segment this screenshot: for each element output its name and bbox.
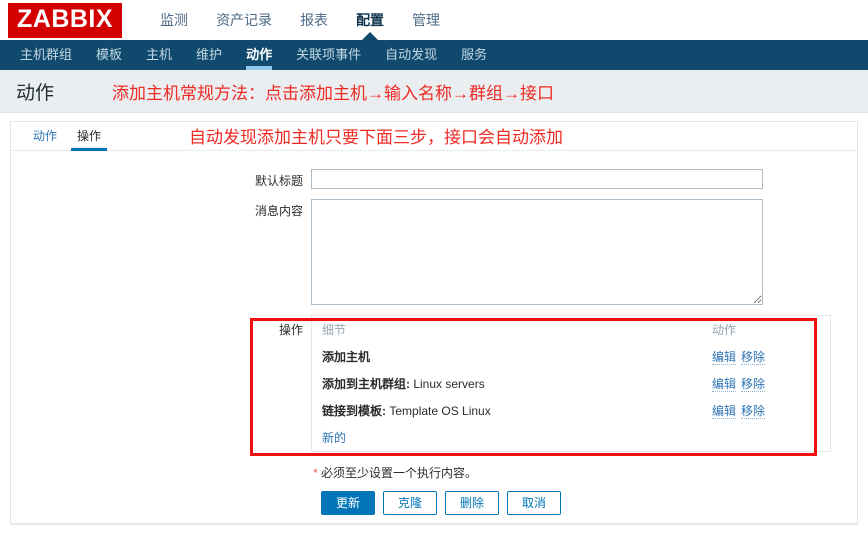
remove-link[interactable]: 移除 (741, 404, 766, 419)
new-operation-action-cell (712, 424, 830, 451)
operations-table: 细节 动作 添加主机 编辑 移除 添加到主机群组: Linux servers … (311, 315, 831, 452)
table-row: 添加主机 编辑 移除 (312, 343, 830, 370)
subnav-item-services[interactable]: 服务 (449, 40, 499, 70)
operation-action-cell: 编辑 移除 (712, 343, 830, 370)
subnav-item-event-correlation[interactable]: 关联项事件 (284, 40, 373, 70)
operation-details-cell: 添加到主机群组: Linux servers (312, 370, 712, 397)
column-header-action: 动作 (712, 323, 737, 337)
message-textarea[interactable] (311, 199, 763, 305)
required-star: * (313, 466, 318, 480)
page-header: 动作 添加主机常规方法：点击添加主机→输入名称→群组→接口 (0, 70, 868, 113)
operation-details-cell: 添加主机 (312, 343, 712, 370)
subnav-item-templates[interactable]: 模板 (84, 40, 134, 70)
panel-bottom-divider (11, 523, 857, 524)
new-operation-link[interactable]: 新的 (322, 431, 346, 445)
default-subject-label: 默认标题 (254, 174, 303, 188)
edit-link[interactable]: 编辑 (712, 350, 737, 365)
sub-navigation: 主机群组 模板 主机 维护 动作 关联项事件 自动发现 服务 (0, 40, 868, 70)
tab-action[interactable]: 动作 (23, 127, 67, 150)
subnav-item-hosts[interactable]: 主机 (134, 40, 184, 70)
operation-details-cell: 链接到模板: Template OS Linux (312, 397, 712, 424)
operations-row: 操作 细节 动作 添加主机 编辑 移除 添加到主机群组: Linux serve… (11, 315, 857, 452)
table-row: 链接到模板: Template OS Linux 编辑 移除 (312, 397, 830, 424)
default-subject-row: 默认标题 (11, 169, 857, 189)
message-row: 消息内容 (11, 199, 857, 305)
content-area: 动作 操作 自动发现添加主机只要下面三步，接口会自动添加 默认标题 消息内容 操… (0, 113, 868, 525)
update-button[interactable]: 更新 (321, 491, 376, 515)
top-bar: ZABBIX 监测 资产记录 报表 配置 管理 (0, 0, 868, 40)
subnav-item-discovery[interactable]: 自动发现 (373, 40, 449, 70)
annotation-top-text: 添加主机常规方法：点击添加主机→输入名称→群组→接口 (112, 83, 555, 103)
required-note: * 必须至少设置一个执行内容。 (311, 464, 857, 481)
topnav-item-reports[interactable]: 报表 (286, 0, 342, 40)
edit-link[interactable]: 编辑 (712, 404, 737, 419)
operation-name: 添加到主机群组: (322, 377, 410, 391)
action-form-panel: 动作 操作 自动发现添加主机只要下面三步，接口会自动添加 默认标题 消息内容 操… (10, 121, 858, 525)
operation-action-cell: 编辑 移除 (712, 370, 830, 397)
clone-button[interactable]: 克隆 (383, 491, 438, 515)
subnav-item-actions[interactable]: 动作 (234, 40, 284, 70)
operations-label: 操作 (278, 323, 303, 337)
topnav-item-inventory[interactable]: 资产记录 (202, 0, 286, 40)
operation-name: 添加主机 (322, 350, 371, 364)
main-navigation: 监测 资产记录 报表 配置 管理 (146, 0, 454, 40)
new-operation-cell: 新的 (312, 424, 712, 451)
remove-link[interactable]: 移除 (741, 350, 766, 365)
default-subject-input[interactable] (311, 169, 763, 189)
subnav-item-host-groups[interactable]: 主机群组 (8, 40, 84, 70)
subnav-item-maintenance[interactable]: 维护 (184, 40, 234, 70)
remove-link[interactable]: 移除 (741, 377, 766, 392)
annotation-mid-text: 自动发现添加主机只要下面三步，接口会自动添加 (189, 128, 563, 147)
form-button-row: 更新 克隆 删除 取消 (311, 491, 857, 515)
page-title: 动作 (16, 82, 55, 104)
operation-action-cell: 编辑 移除 (712, 397, 830, 424)
tab-operations[interactable]: 操作 (67, 127, 111, 151)
topnav-item-monitoring[interactable]: 监测 (146, 0, 202, 40)
edit-link[interactable]: 编辑 (712, 377, 737, 392)
table-row: 添加到主机群组: Linux servers 编辑 移除 (312, 370, 830, 397)
zabbix-logo[interactable]: ZABBIX (8, 2, 123, 38)
cancel-button[interactable]: 取消 (507, 491, 562, 515)
tab-bar: 动作 操作 自动发现添加主机只要下面三步，接口会自动添加 (11, 122, 857, 151)
operation-name: 链接到模板: (322, 404, 386, 418)
table-row-new: 新的 (312, 424, 830, 451)
operations-form: 默认标题 消息内容 操作 细节 动作 添加主机 编辑 移除 添加到主机群组: L… (11, 151, 857, 515)
message-label: 消息内容 (254, 204, 303, 218)
topnav-item-administration[interactable]: 管理 (398, 0, 454, 40)
required-note-text: 必须至少设置一个执行内容。 (321, 466, 478, 480)
operations-table-header-row: 细节 动作 (312, 316, 830, 343)
operation-value: Linux servers (413, 377, 485, 391)
topnav-item-configuration[interactable]: 配置 (342, 0, 398, 40)
delete-button[interactable]: 删除 (445, 491, 500, 515)
column-header-details: 细节 (322, 323, 347, 337)
operation-value: Template OS Linux (389, 404, 491, 418)
